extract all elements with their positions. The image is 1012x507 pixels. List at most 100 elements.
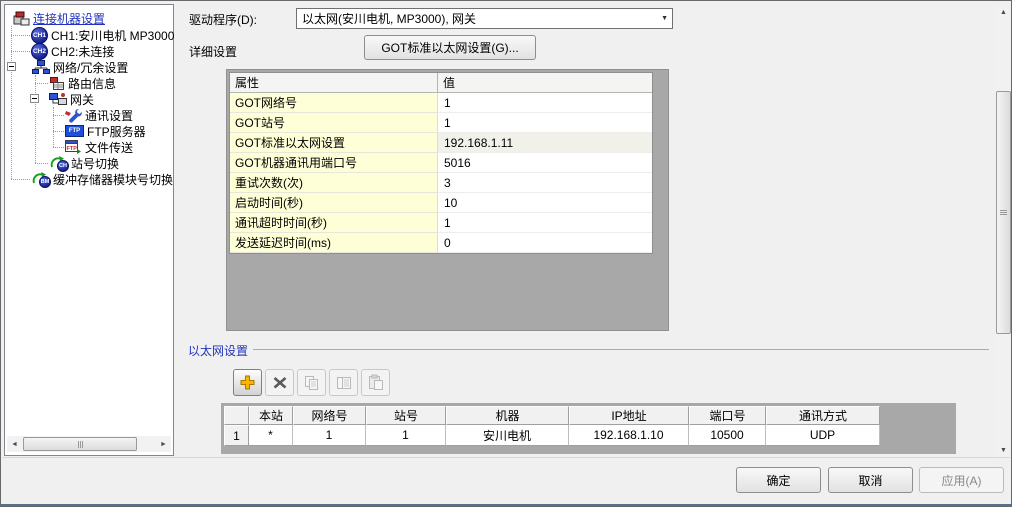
property-grid: 属性 值 GOT网络号 1 GOT站号 1 GOT标准以太网设置 192.168… — [229, 72, 653, 254]
scroll-up-arrow-icon[interactable]: ▲ — [995, 4, 1012, 20]
tree-item-ch2[interactable]: CH2 CH2:未连接 — [31, 43, 114, 59]
tree-item-network-redundancy[interactable]: 网络/冗余设置 — [32, 59, 128, 75]
ch1-icon: CH1 — [31, 27, 48, 44]
ch2-icon: CH2 — [31, 43, 48, 60]
property-name: 发送延迟时间(ms) — [230, 233, 438, 253]
tree-item-label: 文件传送 — [85, 139, 133, 156]
driver-label: 驱动程序(D): — [189, 11, 257, 28]
property-value[interactable]: 1 — [438, 93, 652, 113]
vertical-scrollbar[interactable]: ▲ ▼ — [995, 4, 1012, 458]
property-name: GOT站号 — [230, 113, 438, 133]
table-row: 通讯超时时间(秒) 1 — [230, 213, 652, 233]
delete-icon — [272, 375, 288, 390]
collapse-box-network[interactable] — [7, 62, 16, 71]
table-row: GOT站号 1 — [230, 113, 652, 133]
connection-device-icon — [13, 11, 30, 26]
property-name: GOT网络号 — [230, 93, 438, 113]
copy-icon — [303, 375, 321, 391]
property-value[interactable]: 1 — [438, 113, 652, 133]
ethernet-table-header: 本站 网络号 站号 机器 IP地址 端口号 通讯方式 — [224, 406, 880, 425]
comm-method-cell[interactable]: UDP — [766, 425, 880, 446]
column-header: 通讯方式 — [766, 406, 880, 425]
ip-address-cell[interactable]: 192.168.1.10 — [569, 425, 689, 446]
property-value[interactable]: 3 — [438, 173, 652, 193]
tree-item-routing-info[interactable]: 路由信息 — [49, 75, 116, 91]
ethernet-settings-title: 以太网设置 — [188, 342, 248, 359]
row-number: 1 — [224, 425, 249, 446]
device-tree-panel: 连接机器设置 CH1 CH1:安川电机 MP3000 CH2 CH2:未连接 网… — [4, 4, 174, 456]
add-icon — [239, 374, 256, 391]
property-value[interactable]: 5016 — [438, 153, 652, 173]
delete-button[interactable] — [265, 369, 294, 396]
station-no-cell[interactable]: 1 — [366, 425, 446, 446]
network-icon — [32, 60, 50, 74]
driver-selected-value: 以太网(安川电机, MP3000), 网关 — [302, 10, 476, 27]
tree-item-label: 通讯设置 — [85, 107, 133, 124]
device-cell[interactable]: 安川电机 — [446, 425, 569, 446]
column-header: 网络号 — [293, 406, 366, 425]
property-name: 通讯超时时间(秒) — [230, 213, 438, 233]
property-name: GOT标准以太网设置 — [230, 133, 438, 153]
collapse-box-gateway[interactable] — [30, 94, 39, 103]
footer-divider — [2, 457, 1010, 458]
tree-connector — [35, 83, 48, 84]
ok-button[interactable]: 确定 — [736, 467, 821, 493]
add-button[interactable] — [233, 369, 262, 396]
tree-item-connection-settings[interactable]: 连接机器设置 — [13, 10, 105, 26]
property-value[interactable]: 192.168.1.11 — [438, 133, 652, 153]
duplicate-icon — [335, 375, 353, 391]
table-row: 启动时间(秒) 10 — [230, 193, 652, 213]
column-header: IP地址 — [569, 406, 689, 425]
chevron-down-icon: ▼ — [661, 9, 668, 28]
property-grid-header: 属性 值 — [230, 73, 652, 93]
property-name: 启动时间(秒) — [230, 193, 438, 213]
connection-settings-dialog: 连接机器设置 CH1 CH1:安川电机 MP3000 CH2 CH2:未连接 网… — [0, 0, 1012, 507]
tree-item-comm-settings[interactable]: 通讯设置 — [65, 107, 133, 123]
got-ethernet-settings-button[interactable]: GOT标准以太网设置(G)... — [364, 35, 536, 60]
scrollbar-thumb[interactable] — [996, 91, 1011, 334]
network-no-cell[interactable]: 1 — [293, 425, 366, 446]
paste-icon — [367, 374, 385, 391]
tree-connector — [53, 131, 64, 132]
tree-connector — [53, 147, 64, 148]
column-header: 本站 — [249, 406, 293, 425]
ethernet-table-container: 本站 网络号 站号 机器 IP地址 端口号 通讯方式 1 * 1 1 安川电机 … — [221, 403, 956, 454]
tree-item-buffer-memory-switching[interactable]: BM 缓冲存储器模块号切换 — [31, 171, 173, 187]
scroll-right-arrow-icon[interactable]: ► — [156, 436, 171, 452]
buffer-memory-switch-icon: BM — [31, 171, 50, 187]
tree-item-ch1[interactable]: CH1 CH1:安川电机 MP3000 — [31, 27, 174, 43]
detail-settings-label: 详细设置 — [189, 43, 237, 60]
paste-button[interactable] — [361, 369, 390, 396]
property-value[interactable]: 1 — [438, 213, 652, 233]
file-transfer-icon: FTP — [65, 140, 82, 155]
property-column-header: 属性 — [230, 73, 438, 92]
property-value[interactable]: 10 — [438, 193, 652, 213]
property-value[interactable]: 0 — [438, 233, 652, 253]
scroll-left-arrow-icon[interactable]: ◄ — [7, 436, 22, 452]
tree-item-label: CH2:未连接 — [51, 43, 114, 60]
table-row: 重试次数(次) 3 — [230, 173, 652, 193]
copy-button[interactable] — [297, 369, 326, 396]
host-cell[interactable]: * — [249, 425, 293, 446]
port-no-cell[interactable]: 10500 — [689, 425, 766, 446]
tree-connector — [11, 51, 30, 52]
tree-item-label: 缓冲存储器模块号切换 — [53, 171, 173, 188]
tree-item-label: CH1:安川电机 MP3000 — [51, 27, 174, 44]
tree-horizontal-scrollbar[interactable]: ◄ ► — [7, 436, 171, 452]
svg-text:FTP: FTP — [67, 146, 78, 152]
tree-item-gateway[interactable]: 网关 — [49, 91, 94, 107]
column-header: 端口号 — [689, 406, 766, 425]
gateway-icon — [49, 92, 67, 106]
tree-item-station-switching[interactable]: CH 站号切换 — [49, 155, 119, 171]
tree-item-file-transfer[interactable]: FTP 文件传送 — [65, 139, 133, 155]
scroll-down-arrow-icon[interactable]: ▼ — [995, 442, 1012, 458]
duplicate-button[interactable] — [329, 369, 358, 396]
table-row: GOT机器通讯用端口号 5016 — [230, 153, 652, 173]
driver-combobox[interactable]: 以太网(安川电机, MP3000), 网关 ▼ — [296, 8, 673, 29]
property-name: GOT机器通讯用端口号 — [230, 153, 438, 173]
ftp-icon: FTP — [65, 125, 84, 137]
tree-item-ftp-server[interactable]: FTP FTP服务器 — [65, 123, 146, 139]
tree-scrollbar-thumb[interactable] — [23, 437, 137, 451]
apply-button[interactable]: 应用(A) — [919, 467, 1004, 493]
cancel-button[interactable]: 取消 — [828, 467, 913, 493]
